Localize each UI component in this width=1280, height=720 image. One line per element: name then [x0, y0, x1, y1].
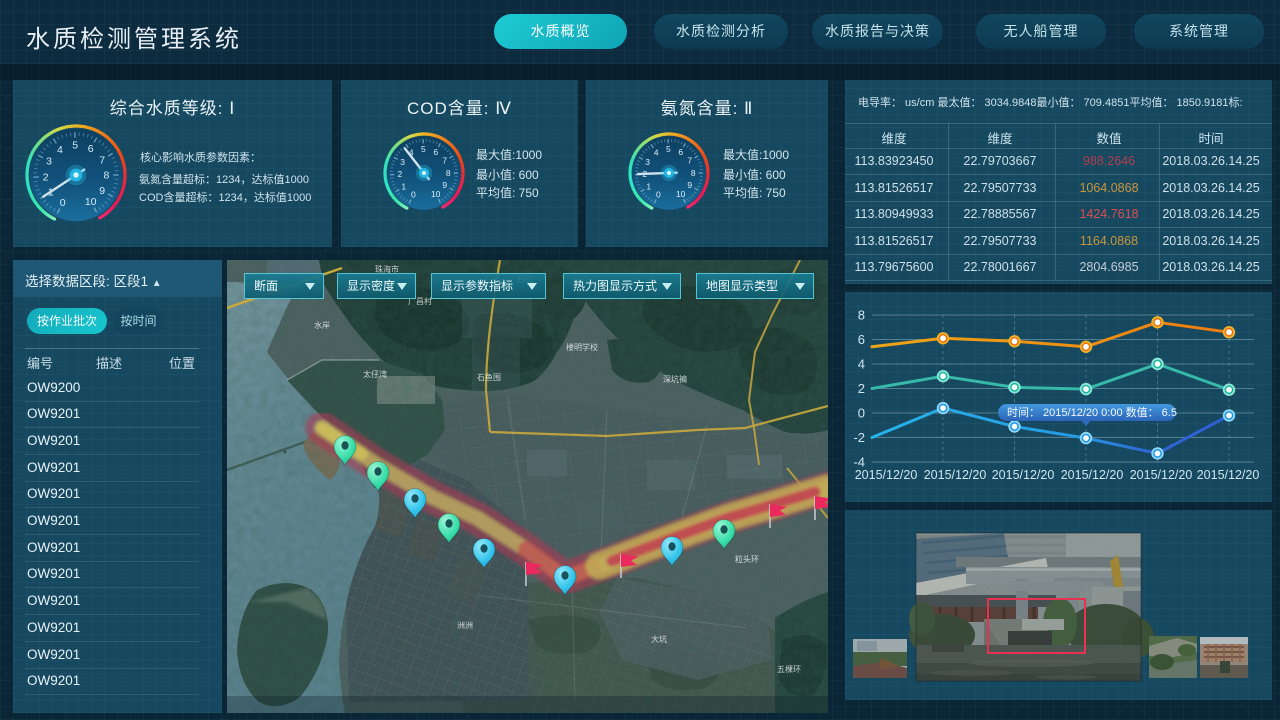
svg-text:2015/12/20: 2015/12/20: [1061, 468, 1124, 482]
svg-text:5: 5: [421, 144, 426, 154]
svg-text:粒头环: 粒头环: [735, 554, 759, 564]
svg-text:-2: -2: [853, 430, 865, 445]
svg-text:五棵环: 五棵环: [777, 664, 801, 674]
svg-text:4: 4: [858, 357, 865, 372]
svg-text:9: 9: [687, 180, 692, 190]
svg-text:8: 8: [858, 308, 865, 323]
svg-text:0: 0: [411, 190, 416, 200]
svg-text:7: 7: [99, 154, 105, 166]
svg-text:6: 6: [858, 332, 865, 347]
svg-text:9: 9: [99, 185, 105, 197]
svg-text:7: 7: [442, 156, 447, 166]
svg-text:5: 5: [666, 144, 671, 154]
svg-text:2: 2: [858, 381, 865, 396]
svg-text:10: 10: [85, 196, 97, 208]
svg-text:10: 10: [676, 189, 686, 199]
svg-text:2: 2: [398, 169, 403, 179]
svg-text:8: 8: [446, 168, 451, 178]
svg-text:6: 6: [88, 143, 94, 155]
svg-text:2015/12/20: 2015/12/20: [855, 468, 918, 482]
svg-text:7: 7: [687, 156, 692, 166]
svg-text:石鱼围: 石鱼围: [477, 372, 501, 382]
svg-text:2015/12/20: 2015/12/20: [1197, 468, 1260, 482]
svg-text:大坑: 大坑: [651, 634, 667, 644]
svg-text:9: 9: [442, 180, 447, 190]
svg-text:10: 10: [431, 189, 441, 199]
svg-text:8: 8: [691, 168, 696, 178]
svg-text:3: 3: [400, 157, 405, 167]
svg-text:6: 6: [433, 147, 438, 157]
svg-text:时间： 2015/12/20 0:00 数值： 6.5: 时间： 2015/12/20 0:00 数值： 6.5: [1007, 406, 1177, 419]
svg-text:4: 4: [654, 148, 659, 158]
svg-text:深坑褊: 深坑褊: [663, 374, 687, 384]
svg-text:2: 2: [43, 171, 49, 183]
svg-text:5: 5: [72, 139, 78, 151]
svg-text:0: 0: [60, 197, 66, 209]
svg-text:2015/12/20: 2015/12/20: [1130, 468, 1193, 482]
svg-text:6: 6: [678, 147, 683, 157]
svg-text:1: 1: [646, 181, 651, 191]
svg-text:洲洲: 洲洲: [457, 621, 473, 630]
svg-text:4: 4: [57, 144, 63, 156]
svg-text:3: 3: [46, 156, 52, 168]
svg-text:0: 0: [656, 190, 661, 200]
svg-text:2015/12/20: 2015/12/20: [992, 468, 1055, 482]
svg-text:8: 8: [103, 170, 109, 182]
svg-text:水岸: 水岸: [314, 320, 330, 330]
svg-text:2015/12/20: 2015/12/20: [924, 468, 987, 482]
svg-text:3: 3: [645, 157, 650, 167]
svg-text:0: 0: [858, 406, 865, 421]
svg-text:太仔湾: 太仔湾: [363, 369, 387, 379]
svg-text:1: 1: [401, 181, 406, 191]
svg-text:楼明学校: 楼明学校: [566, 342, 598, 352]
